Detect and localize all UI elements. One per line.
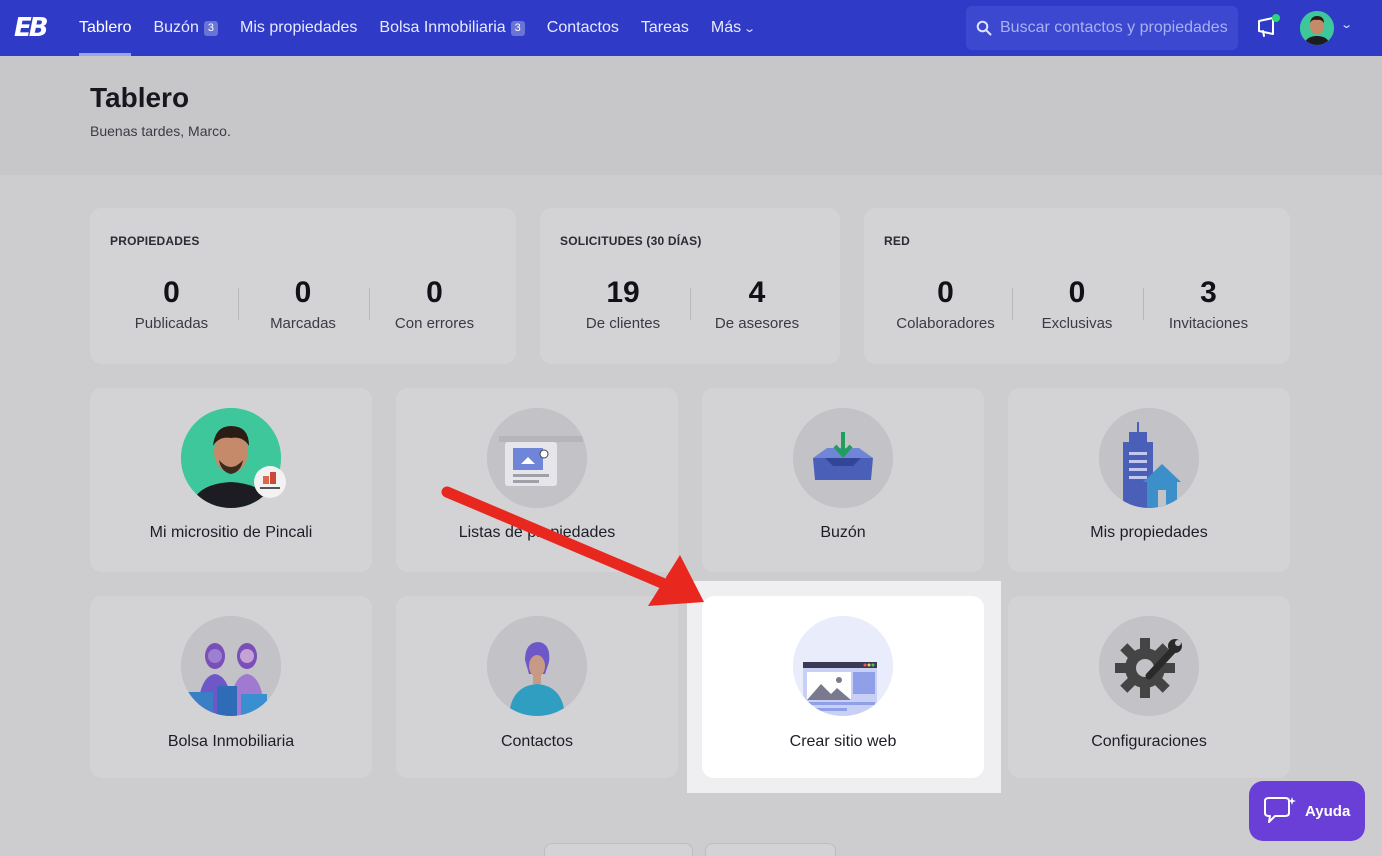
search-input[interactable]: [1000, 19, 1230, 37]
stat-item[interactable]: 0 Colaboradores: [880, 276, 1012, 332]
chevron-down-icon[interactable]: ⌄: [1340, 18, 1353, 31]
tile-label: Mis propiedades: [1090, 524, 1208, 541]
nav-item-label: Tablero: [79, 19, 132, 36]
chat-bubble-icon: [1264, 797, 1296, 823]
tile-contactos[interactable]: Contactos: [396, 596, 678, 778]
search-box[interactable]: [966, 6, 1238, 50]
stat-label: De asesores: [714, 315, 800, 332]
tile-label: Bolsa Inmobiliaria: [167, 733, 295, 750]
nav-item-label: Bolsa Inmobiliaria: [379, 19, 506, 36]
footer-button[interactable]: [705, 843, 836, 856]
website-builder-icon: [793, 616, 893, 716]
notification-dot: [1272, 14, 1280, 22]
nav-item-label: Buzón: [153, 19, 199, 36]
tile-label: Listas de propiedades: [458, 524, 616, 541]
building-house-icon: [1099, 408, 1199, 508]
nav-item-mas[interactable]: Más ⌄: [700, 0, 765, 56]
agents-market-icon: [181, 616, 281, 716]
stat-item[interactable]: 0 Exclusivas: [1011, 276, 1143, 332]
top-navigation: EB Tablero Buzón 3 Mis propiedades Bolsa …: [0, 0, 1382, 56]
nav-item-label: Contactos: [546, 19, 619, 36]
tile-mis-propiedades[interactable]: Mis propiedades: [1008, 388, 1290, 572]
help-button[interactable]: Ayuda: [1249, 781, 1365, 841]
greeting-text: Buenas tardes, Marco.: [90, 123, 231, 139]
stat-label: De clientes: [585, 315, 661, 332]
tile-configuraciones[interactable]: Configuraciones: [1008, 596, 1290, 778]
nav-badge: 3: [510, 20, 525, 36]
search-icon: [976, 20, 992, 36]
stat-label: Colaboradores: [896, 315, 995, 332]
tile-micrositio[interactable]: Mi micrositio de Pincali: [90, 388, 372, 572]
tile-listas-propiedades[interactable]: Listas de propiedades: [396, 388, 678, 572]
announcements-button[interactable]: [1256, 14, 1280, 40]
contact-person-icon: [487, 616, 587, 716]
nav-item-tablero[interactable]: Tablero: [68, 0, 142, 56]
stat-label: Con errores: [394, 315, 475, 332]
stat-label: Invitaciones: [1168, 315, 1249, 332]
page-header: [0, 56, 1382, 175]
stat-card-propiedades: PROPIEDADES 0 Publicadas 0 Marcadas 0 Con e…: [90, 208, 516, 364]
nav-item-contactos[interactable]: Contactos: [536, 0, 630, 56]
avatar-photo-icon: [1300, 11, 1334, 45]
stat-value: 4: [748, 276, 766, 309]
stat-value: 0: [294, 276, 312, 309]
tile-label: Mi micrositio de Pincali: [149, 524, 313, 541]
stat-value: 0: [1068, 276, 1086, 309]
tile-label: Contactos: [500, 733, 574, 750]
stat-item[interactable]: 0 Publicadas: [106, 276, 238, 332]
stat-value: 0: [163, 276, 180, 309]
stat-item[interactable]: 0 Con errores: [368, 276, 501, 332]
tile-label: Buzón: [820, 524, 866, 541]
nav-item-buzon[interactable]: Buzón 3: [142, 0, 229, 56]
tile-bolsa-inmobiliaria[interactable]: Bolsa Inmobiliaria: [90, 596, 372, 778]
stat-label: Exclusivas: [1041, 315, 1113, 332]
stat-row: 19 De clientes 4 De asesores: [540, 276, 840, 332]
stat-item[interactable]: 4 De asesores: [690, 276, 824, 332]
stat-label: Marcadas: [270, 315, 336, 332]
stat-value: 0: [426, 276, 443, 309]
stat-row: 0 Colaboradores 0 Exclusivas 3 Invitaciones: [864, 276, 1290, 332]
app-logo[interactable]: EB: [14, 12, 54, 44]
help-label: Ayuda: [1305, 802, 1351, 820]
footer-button[interactable]: [544, 843, 693, 856]
tile-buzon[interactable]: Buzón: [702, 388, 984, 572]
tile-label: Crear sitio web: [789, 733, 897, 750]
stat-item[interactable]: 3 Invitaciones: [1142, 276, 1275, 332]
tile-crear-sitio-web[interactable]: Crear sitio web: [702, 596, 984, 778]
stat-card-red: RED 0 Colaboradores 0 Exclusivas 3 Invitaci…: [864, 208, 1290, 364]
user-avatar[interactable]: [1300, 11, 1334, 45]
stat-row: 0 Publicadas 0 Marcadas 0 Con errores: [90, 276, 516, 332]
settings-gear-icon: [1099, 616, 1199, 716]
tile-label: Configuraciones: [1091, 733, 1207, 750]
stat-card-solicitudes: SOLICITUDES (30 DÍAS) 19 De clientes 4 De …: [540, 208, 840, 364]
nav-item-label: Más: [710, 19, 742, 36]
nav-item-label: Tareas: [640, 19, 689, 36]
nav-item-tareas[interactable]: Tareas: [630, 0, 700, 56]
nav-item-bolsa-inmobiliaria[interactable]: Bolsa Inmobiliaria 3: [368, 0, 535, 56]
stat-value: 0: [937, 276, 954, 309]
stat-item[interactable]: 0 Marcadas: [237, 276, 369, 332]
stat-value: 19: [606, 276, 640, 309]
stat-value: 3: [1200, 276, 1217, 309]
nav-badge: 3: [203, 20, 218, 36]
inbox-icon: [793, 408, 893, 508]
brand-badge-icon: [254, 466, 286, 498]
stat-card-title: PROPIEDADES: [110, 234, 200, 248]
nav-menu: Tablero Buzón 3 Mis propiedades Bolsa Inm…: [68, 0, 765, 56]
stat-card-title: SOLICITUDES (30 DÍAS): [560, 234, 702, 248]
property-list-icon: [487, 408, 587, 508]
nav-item-mis-propiedades[interactable]: Mis propiedades: [229, 0, 368, 56]
chevron-down-icon: ⌄: [743, 22, 757, 35]
stat-label: Publicadas: [134, 315, 209, 332]
stat-item[interactable]: 19 De clientes: [556, 276, 690, 332]
page-title: Tablero: [90, 82, 190, 113]
nav-item-label: Mis propiedades: [239, 19, 358, 36]
stat-card-title: RED: [884, 234, 910, 248]
